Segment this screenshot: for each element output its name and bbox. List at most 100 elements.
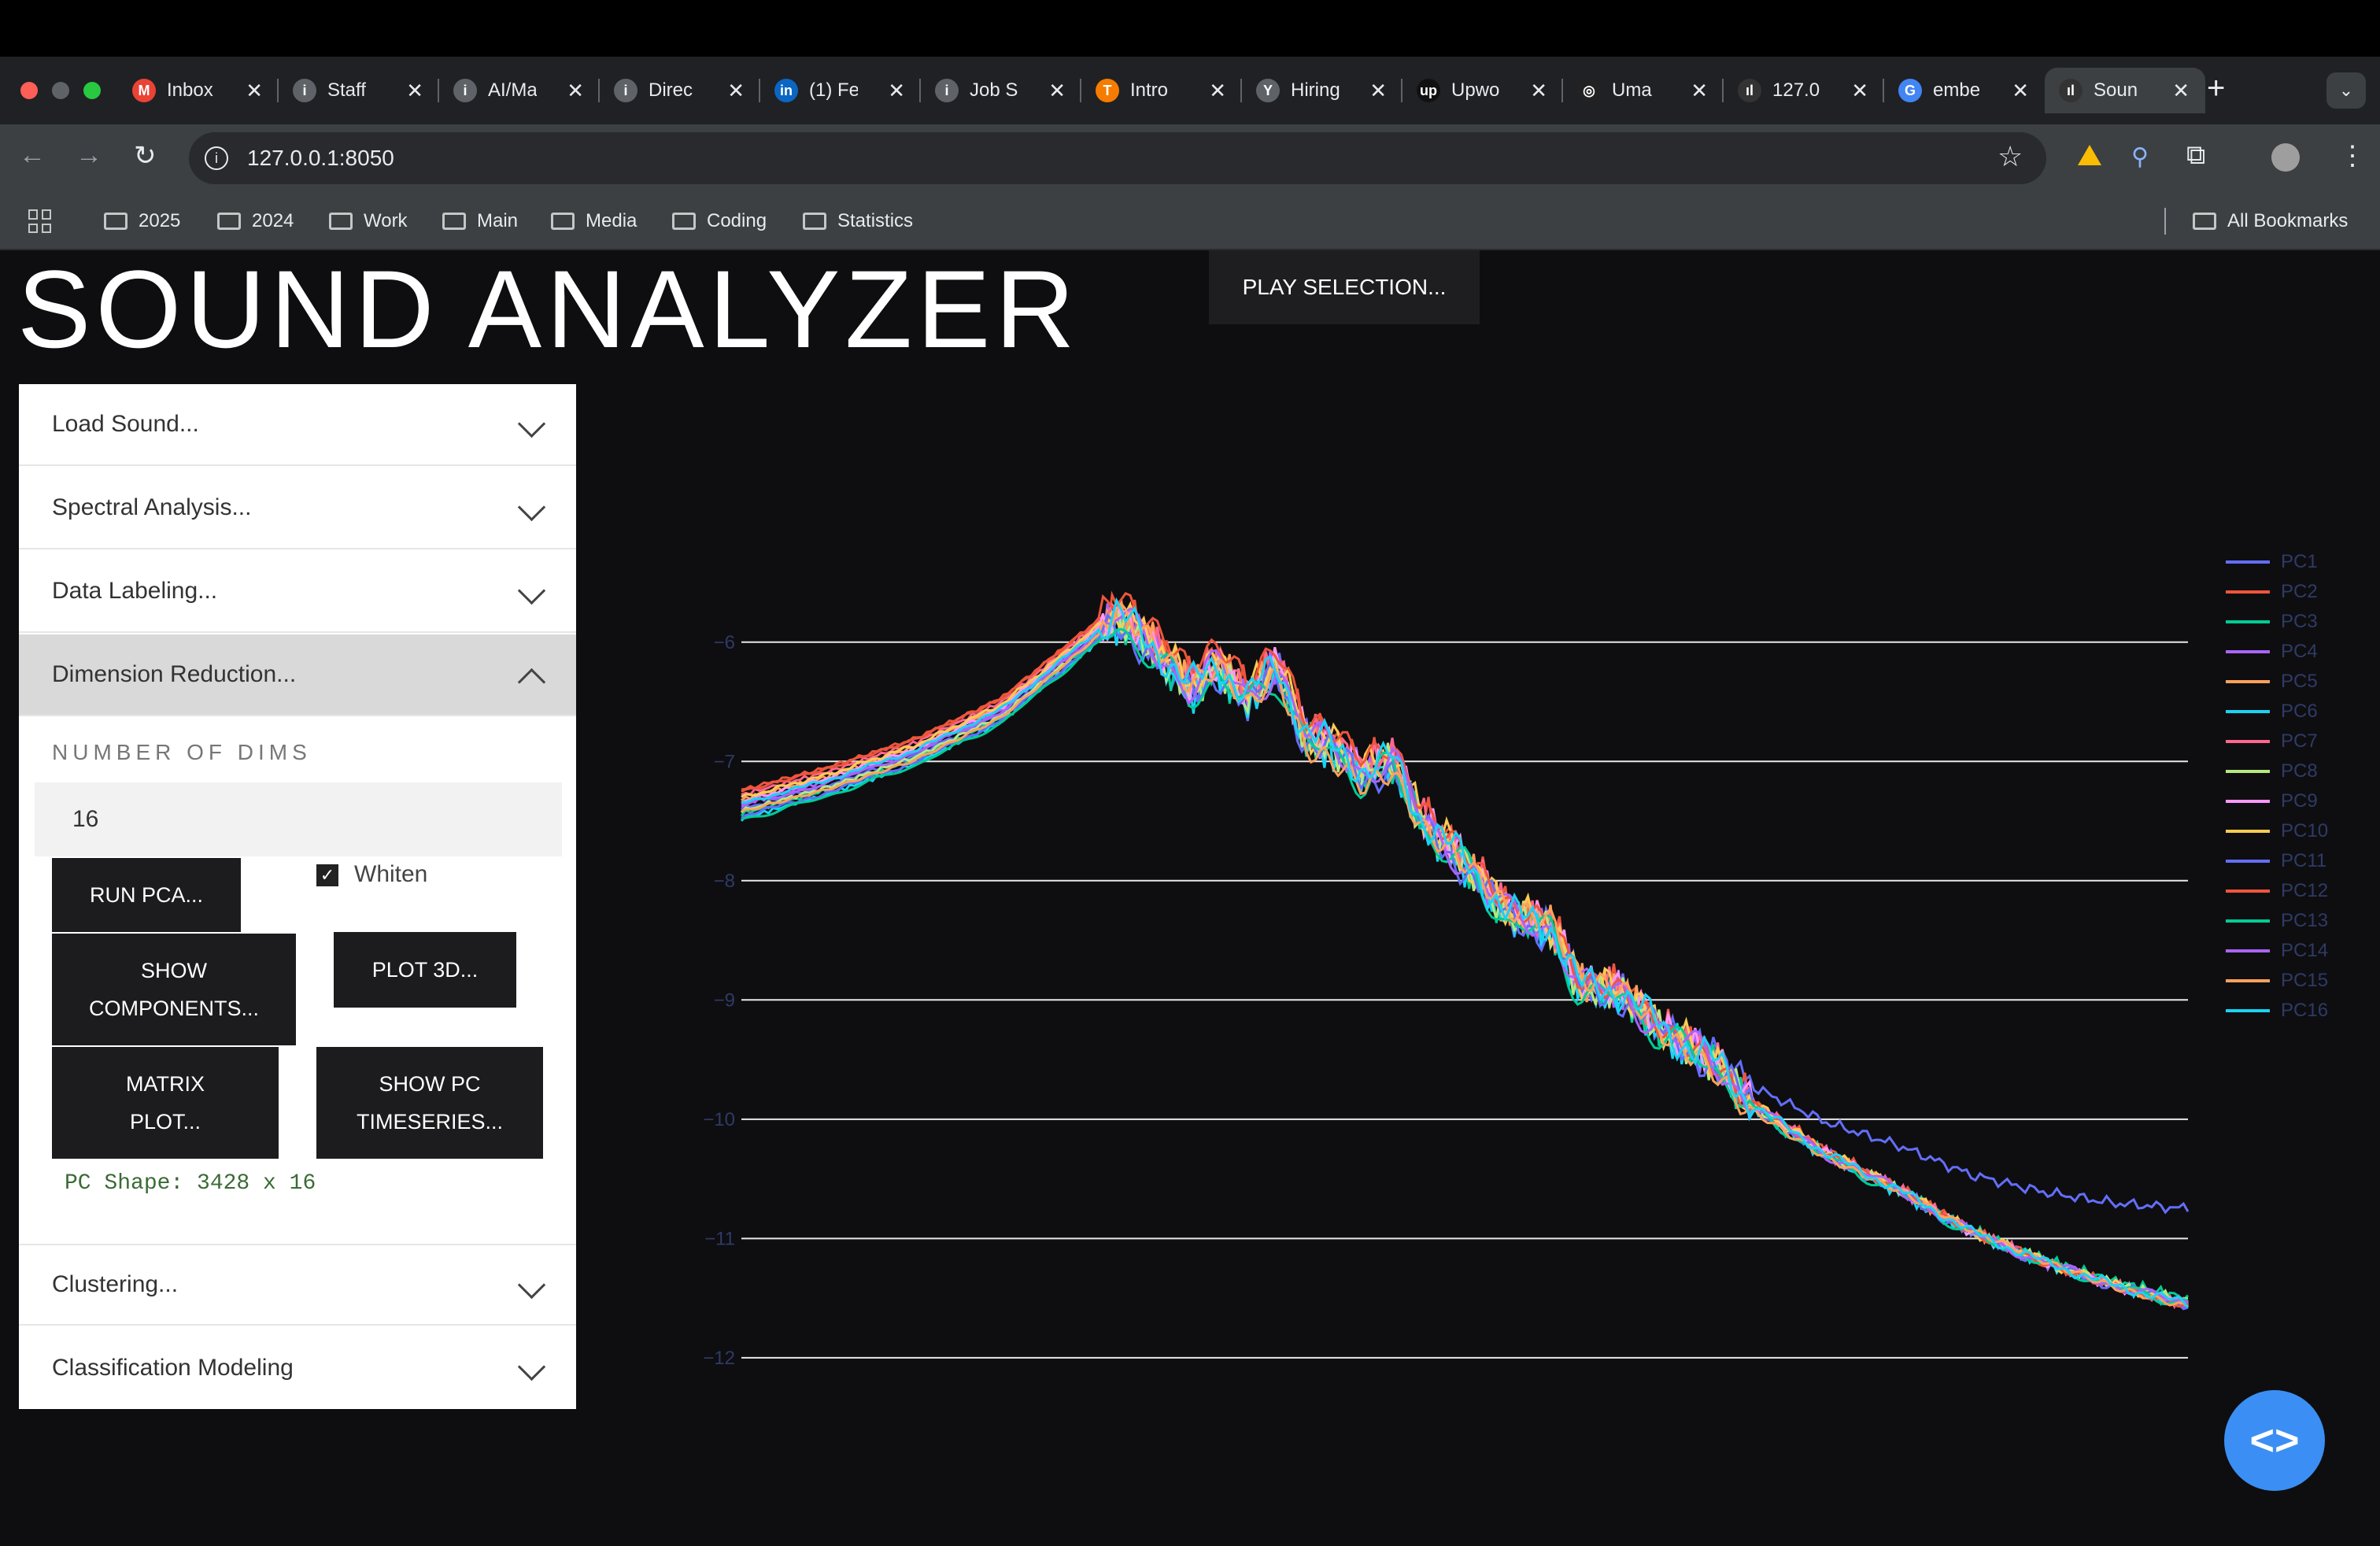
tab-close-icon[interactable]: ✕	[246, 79, 263, 103]
browser-tab[interactable]: up Upwo ✕	[1402, 68, 1563, 113]
pc-spectra-chart[interactable]: −6 −7 −8 −9 −10 −11 −12	[677, 535, 2196, 1385]
accordion-dimension-reduction[interactable]: Dimension Reduction...	[19, 634, 576, 716]
profile-avatar[interactable]	[2271, 143, 2300, 172]
legend-item[interactable]: PC16	[2226, 1000, 2328, 1022]
legend-item[interactable]: PC4	[2226, 641, 2318, 663]
drive-extension-icon[interactable]	[2078, 145, 2101, 165]
browser-tab[interactable]: ıl 127.0 ✕	[1724, 68, 1884, 113]
bookmark-star-icon[interactable]: ☆	[1998, 140, 2023, 173]
apps-grid-icon[interactable]	[28, 209, 52, 233]
series-line-pc7[interactable]	[741, 601, 2189, 1310]
num-dims-input[interactable]	[35, 782, 562, 856]
all-bookmarks-button[interactable]: All Bookmarks	[2193, 208, 2348, 235]
tab-close-icon[interactable]: ✕	[1048, 79, 1066, 103]
accordion-data-labeling[interactable]: Data Labeling...	[19, 551, 576, 633]
window-zoom-button[interactable]	[83, 82, 101, 99]
browser-tab[interactable]: ◎ Uma ✕	[1563, 68, 1724, 113]
legend-item[interactable]: PC13	[2226, 910, 2328, 932]
browser-tab[interactable]: Gembe ✕	[1884, 68, 2045, 113]
browser-tab[interactable]: M Inbox ✕	[118, 68, 279, 113]
url-text[interactable]: 127.0.0.1:8050	[247, 146, 394, 171]
extensions-icon[interactable]: ⧉	[2186, 140, 2205, 171]
series-line-pc1[interactable]	[741, 602, 2190, 1215]
legend-item[interactable]: PC5	[2226, 671, 2318, 693]
whiten-checkbox[interactable]: ✓	[316, 864, 338, 886]
tab-close-icon[interactable]: ✕	[1530, 79, 1547, 103]
accordion-classification-modeling[interactable]: Classification Modeling	[19, 1327, 576, 1409]
bookmark-folder[interactable]: Work	[329, 208, 408, 235]
reload-icon[interactable]: ↻	[134, 140, 157, 172]
new-tab-button[interactable]: +	[2207, 71, 2225, 106]
tab-search-button[interactable]: ⌄	[2326, 72, 2366, 109]
tab-close-icon[interactable]: ✕	[727, 79, 745, 103]
accordion-clustering[interactable]: Clustering...	[19, 1244, 576, 1326]
series-line-pc5[interactable]	[741, 599, 2189, 1307]
code-icon: <>	[2249, 1417, 2300, 1464]
series-line-pc16[interactable]	[741, 597, 2190, 1309]
tab-close-icon[interactable]: ✕	[2012, 79, 2029, 103]
browser-tab[interactable]: Y Hiring ✕	[1242, 68, 1402, 113]
series-line-pc14[interactable]	[741, 607, 2189, 1304]
tab-close-icon[interactable]: ✕	[2172, 79, 2190, 103]
bookmark-folder[interactable]: Media	[551, 208, 637, 235]
bookmark-folder[interactable]: 2025	[104, 208, 180, 235]
address-bar[interactable]	[189, 132, 2046, 184]
window-close-button[interactable]	[20, 82, 38, 99]
series-line-pc6[interactable]	[740, 612, 2190, 1308]
site-info-icon[interactable]: i	[205, 146, 228, 170]
legend-item[interactable]: PC9	[2226, 790, 2318, 812]
browser-tab[interactable]: ıl Soun ✕	[2045, 68, 2205, 113]
window-minimize-button[interactable]	[52, 82, 69, 99]
tab-close-icon[interactable]: ✕	[1691, 79, 1708, 103]
tab-close-icon[interactable]: ✕	[1851, 79, 1868, 103]
browser-tab[interactable]: T Intro ✕	[1081, 68, 1242, 113]
code-toggle-button[interactable]: <>	[2224, 1390, 2325, 1491]
legend-item[interactable]: PC14	[2226, 940, 2328, 962]
accordion-load-sound[interactable]: Load Sound...	[19, 384, 576, 466]
browser-tab[interactable]: i Direc ✕	[600, 68, 760, 113]
browser-tab[interactable]: in (1) Fe ✕	[760, 68, 921, 113]
play-selection-button[interactable]: PLAY SELECTION...	[1209, 250, 1480, 324]
series-line-pc4[interactable]	[741, 603, 2190, 1310]
show-components-button[interactable]: SHOW COMPONENTS...	[52, 934, 296, 1045]
bookmark-folder[interactable]: Statistics	[803, 208, 913, 235]
tab-close-icon[interactable]: ✕	[567, 79, 584, 103]
tab-close-icon[interactable]: ✕	[1369, 79, 1387, 103]
legend-item[interactable]: PC6	[2226, 701, 2318, 723]
bookmarks-divider	[2164, 208, 2166, 235]
series-line-pc2[interactable]	[741, 590, 2190, 1306]
legend-item[interactable]: PC8	[2226, 760, 2318, 782]
series-line-pc9[interactable]	[741, 598, 2189, 1307]
accordion-spectral-analysis[interactable]: Spectral Analysis...	[19, 468, 576, 549]
show-pc-timeseries-button[interactable]: SHOW PC TIMESERIES...	[316, 1047, 543, 1159]
forward-icon[interactable]: →	[76, 140, 102, 171]
tab-close-icon[interactable]: ✕	[406, 79, 423, 103]
legend-item[interactable]: PC15	[2226, 970, 2328, 992]
legend-item[interactable]: PC10	[2226, 820, 2328, 842]
legend-item[interactable]: PC7	[2226, 730, 2318, 753]
tab-close-icon[interactable]: ✕	[1209, 79, 1226, 103]
bookmark-folder[interactable]: Coding	[672, 208, 767, 235]
browser-tab[interactable]: i AI/Ma ✕	[439, 68, 600, 113]
matrix-plot-button[interactable]: MATRIX PLOT...	[52, 1047, 279, 1159]
legend-item[interactable]: PC12	[2226, 880, 2328, 902]
legend-item[interactable]: PC3	[2226, 611, 2318, 633]
browser-menu-icon[interactable]: ⋮	[2339, 140, 2366, 172]
series-line-pc15[interactable]	[741, 601, 2189, 1308]
browser-tab[interactable]: i Staff ✕	[279, 68, 439, 113]
bookmark-folder[interactable]: Main	[442, 208, 518, 235]
browser-tab[interactable]: i Job S ✕	[921, 68, 1081, 113]
legend-item[interactable]: PC11	[2226, 850, 2326, 872]
legend-item[interactable]: PC2	[2226, 581, 2318, 603]
run-pca-button[interactable]: RUN PCA...	[52, 858, 241, 932]
bookmark-folder[interactable]: 2024	[217, 208, 294, 235]
series-line-pc10[interactable]	[741, 601, 2189, 1307]
pc-shape-text: PC Shape: 3428 x 16	[65, 1171, 316, 1196]
back-icon[interactable]: ←	[19, 140, 46, 171]
legend-item[interactable]: PC1	[2226, 551, 2318, 573]
plot-3d-button[interactable]: PLOT 3D...	[334, 932, 516, 1008]
series-line-pc8[interactable]	[740, 600, 2189, 1303]
series-line-pc12[interactable]	[741, 592, 2189, 1308]
search-extension-icon[interactable]: ⚲	[2131, 143, 2149, 171]
tab-close-icon[interactable]: ✕	[888, 79, 905, 103]
